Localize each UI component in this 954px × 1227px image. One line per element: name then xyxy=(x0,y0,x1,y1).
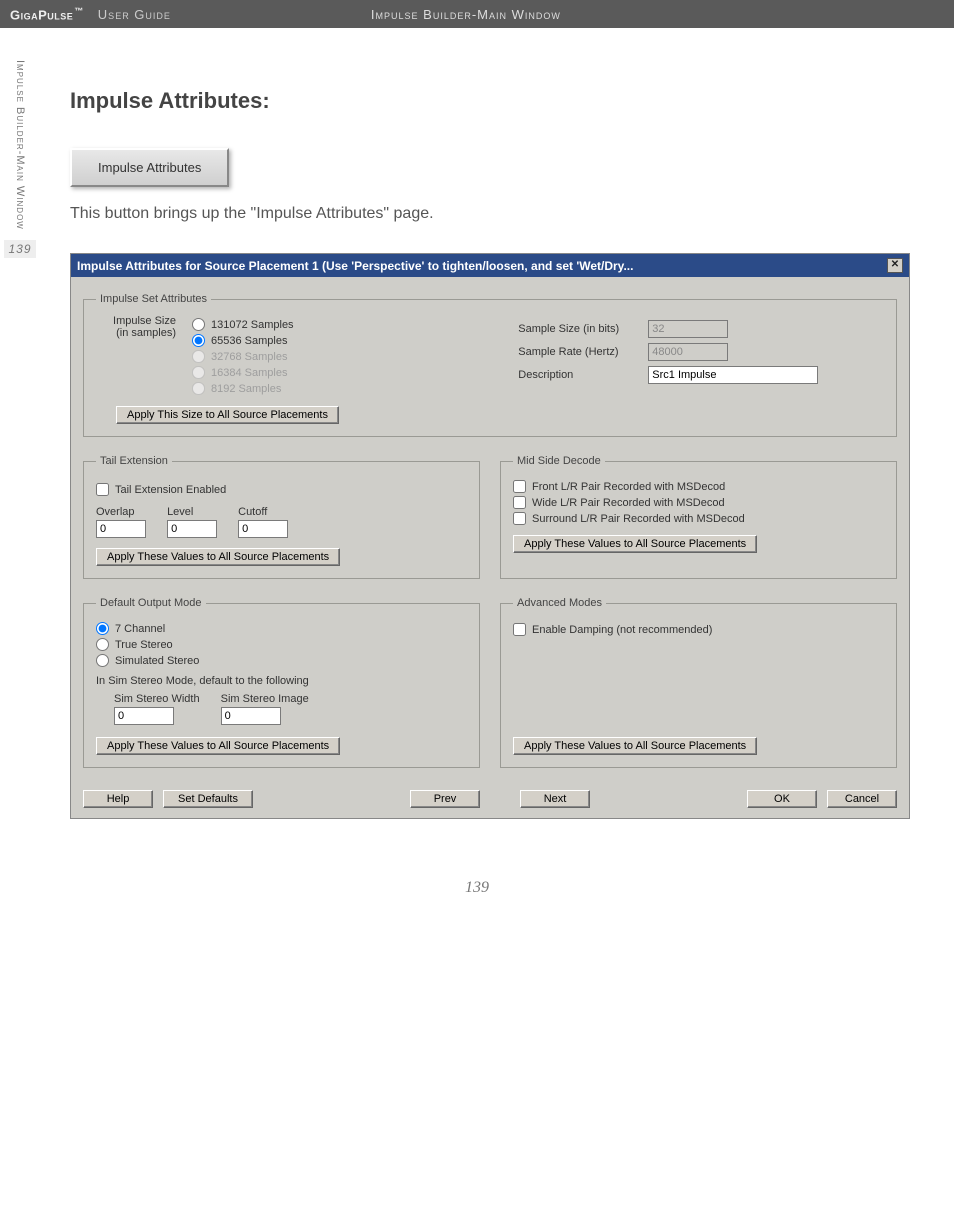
enable-damping-checkbox[interactable] xyxy=(513,623,526,636)
radio-8192 xyxy=(192,382,205,395)
mid-side-decode-group: Mid Side Decode Front L/R Pair Recorded … xyxy=(500,455,897,579)
msdecode-front-checkbox[interactable] xyxy=(513,480,526,493)
advanced-modes-legend: Advanced Modes xyxy=(513,597,606,609)
brand-text: GigaPulse xyxy=(10,7,73,22)
overlap-label: Overlap xyxy=(96,506,146,518)
sample-size-label: Sample Size (in bits) xyxy=(518,323,638,335)
impulse-size-label-2: (in samples) xyxy=(96,327,176,339)
advanced-modes-group: Advanced Modes Enable Damping (not recom… xyxy=(500,597,897,768)
prev-button[interactable]: Prev xyxy=(410,790,480,808)
radio-7channel-label: 7 Channel xyxy=(115,623,165,635)
impulse-attributes-example-button[interactable]: Impulse Attributes xyxy=(70,148,229,187)
msdecode-surround-label: Surround L/R Pair Recorded with MSDecod xyxy=(532,513,745,525)
msdecode-wide-label: Wide L/R Pair Recorded with MSDecod xyxy=(532,497,725,509)
page-number: 139 xyxy=(70,879,884,897)
radio-true-stereo-label: True Stereo xyxy=(115,639,173,651)
left-rail-page: 139 xyxy=(4,240,35,258)
radio-32768-label: 32768 Samples xyxy=(211,351,287,363)
radio-131072[interactable] xyxy=(192,318,205,331)
cutoff-label: Cutoff xyxy=(238,506,288,518)
radio-true-stereo[interactable] xyxy=(96,638,109,651)
sim-image-label: Sim Stereo Image xyxy=(221,693,309,705)
msdecode-wide-checkbox[interactable] xyxy=(513,496,526,509)
tail-apply-button[interactable]: Apply These Values to All Source Placeme… xyxy=(96,548,340,566)
default-output-mode-legend: Default Output Mode xyxy=(96,597,206,609)
impulse-attributes-dialog: Impulse Attributes for Source Placement … xyxy=(70,253,910,819)
tail-extension-enabled-checkbox[interactable] xyxy=(96,483,109,496)
sample-rate-field xyxy=(648,343,728,361)
brand-tm: ™ xyxy=(74,6,84,16)
brand-name: GigaPulse™ xyxy=(10,6,84,22)
impulse-set-attributes-group: Impulse Set Attributes Impulse Size (in … xyxy=(83,293,897,437)
msdecode-surround-checkbox[interactable] xyxy=(513,512,526,525)
radio-65536[interactable] xyxy=(192,334,205,347)
radio-32768 xyxy=(192,350,205,363)
help-button[interactable]: Help xyxy=(83,790,153,808)
sim-image-field[interactable] xyxy=(221,707,281,725)
page-heading: Impulse Attributes: xyxy=(70,88,884,114)
dialog-footer: Help Set Defaults Prev Next OK Cancel xyxy=(83,790,897,808)
radio-7channel[interactable] xyxy=(96,622,109,635)
radio-sim-stereo[interactable] xyxy=(96,654,109,667)
output-mode-apply-button[interactable]: Apply These Values to All Source Placeme… xyxy=(96,737,340,755)
mid-side-legend: Mid Side Decode xyxy=(513,455,605,467)
dialog-body: Impulse Set Attributes Impulse Size (in … xyxy=(71,277,909,818)
sample-rate-label: Sample Rate (Hertz) xyxy=(518,346,638,358)
sim-stereo-note: In Sim Stereo Mode, default to the follo… xyxy=(96,675,467,687)
sample-size-field xyxy=(648,320,728,338)
midside-apply-button[interactable]: Apply These Values to All Source Placeme… xyxy=(513,535,757,553)
radio-131072-label: 131072 Samples xyxy=(211,319,294,331)
level-field[interactable] xyxy=(167,520,217,538)
sim-width-label: Sim Stereo Width xyxy=(114,693,200,705)
msdecode-front-label: Front L/R Pair Recorded with MSDecod xyxy=(532,481,725,493)
left-rail: Impulse Builder-Main Window 139 xyxy=(0,50,40,330)
radio-sim-stereo-label: Simulated Stereo xyxy=(115,655,199,667)
default-output-mode-group: Default Output Mode 7 Channel True Stere… xyxy=(83,597,480,768)
tail-extension-legend: Tail Extension xyxy=(96,455,172,467)
left-rail-title: Impulse Builder-Main Window xyxy=(14,60,26,230)
next-button[interactable]: Next xyxy=(520,790,590,808)
set-defaults-button[interactable]: Set Defaults xyxy=(163,790,253,808)
ok-button[interactable]: OK xyxy=(747,790,817,808)
overlap-field[interactable] xyxy=(96,520,146,538)
cutoff-field[interactable] xyxy=(238,520,288,538)
doc-top-bar: GigaPulse™ User Guide Impulse Builder-Ma… xyxy=(0,0,954,28)
tail-extension-enabled-label: Tail Extension Enabled xyxy=(115,484,226,496)
close-icon[interactable]: ✕ xyxy=(887,258,903,273)
dialog-title: Impulse Attributes for Source Placement … xyxy=(77,259,633,273)
radio-16384-label: 16384 Samples xyxy=(211,367,287,379)
apply-size-button[interactable]: Apply This Size to All Source Placements xyxy=(116,406,339,424)
impulse-size-label-1: Impulse Size xyxy=(96,315,176,327)
dialog-titlebar: Impulse Attributes for Source Placement … xyxy=(71,254,909,277)
section-label: Impulse Builder-Main Window xyxy=(371,7,561,22)
intro-text: This button brings up the "Impulse Attri… xyxy=(70,205,884,223)
guide-label: User Guide xyxy=(98,7,171,22)
impulse-set-attributes-legend: Impulse Set Attributes xyxy=(96,293,211,305)
advanced-apply-button[interactable]: Apply These Values to All Source Placeme… xyxy=(513,737,757,755)
description-label: Description xyxy=(518,369,638,381)
enable-damping-label: Enable Damping (not recommended) xyxy=(532,624,712,636)
radio-16384 xyxy=(192,366,205,379)
page-content: Impulse Attributes: Impulse Attributes T… xyxy=(70,88,884,897)
description-field[interactable] xyxy=(648,366,818,384)
cancel-button[interactable]: Cancel xyxy=(827,790,897,808)
radio-65536-label: 65536 Samples xyxy=(211,335,287,347)
sim-width-field[interactable] xyxy=(114,707,174,725)
level-label: Level xyxy=(167,506,217,518)
radio-8192-label: 8192 Samples xyxy=(211,383,281,395)
tail-extension-group: Tail Extension Tail Extension Enabled Ov… xyxy=(83,455,480,579)
